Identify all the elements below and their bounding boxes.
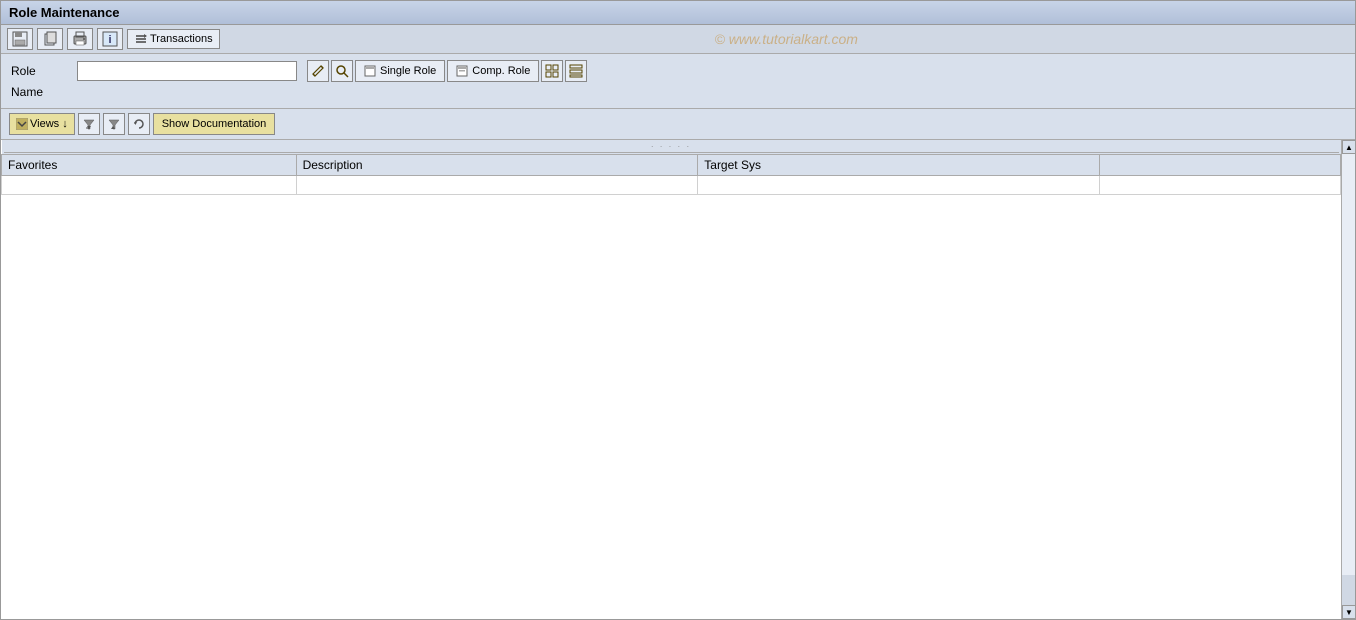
show-documentation-label: Show Documentation (162, 118, 267, 130)
show-documentation-button[interactable]: Show Documentation (153, 113, 276, 135)
role-controls: Single Role Comp. Role (307, 60, 587, 82)
copy-icon (42, 31, 58, 47)
grid1-icon (545, 64, 559, 78)
views-icon (16, 118, 28, 130)
single-role-icon (364, 65, 376, 77)
views-label: Views ↓ (30, 118, 68, 130)
comp-role-label: Comp. Role (472, 65, 530, 77)
scroll-track (1342, 154, 1355, 575)
cell-target-sys (698, 176, 1100, 195)
scroll-up-arrow[interactable]: ▲ (1342, 140, 1355, 154)
col-target-sys: Target Sys (698, 155, 1100, 176)
info-button[interactable]: i (97, 28, 123, 50)
table-container: · · · · · Favorites Description Target S… (1, 140, 1341, 619)
col-description: Description (296, 155, 698, 176)
search-role-button[interactable] (331, 60, 353, 82)
comp-role-button[interactable]: Comp. Role (447, 60, 539, 82)
pencil-icon (311, 64, 325, 78)
refresh-icon (132, 117, 146, 131)
role-row: Role (11, 60, 1345, 82)
scrollbar-right: ▲ ▼ (1341, 140, 1355, 619)
print-icon (72, 31, 88, 47)
window-title: Role Maintenance (9, 5, 120, 20)
copy-button[interactable] (37, 28, 63, 50)
name-label: Name (11, 85, 71, 99)
table-header-row: Favorites Description Target Sys (2, 155, 1341, 176)
scroll-down-arrow[interactable]: ▼ (1342, 605, 1355, 619)
views-button[interactable]: Views ↓ (9, 113, 75, 135)
filter-up-button[interactable] (103, 113, 125, 135)
data-table: · · · · · Favorites Description Target S… (1, 140, 1341, 195)
main-window: Role Maintenance (0, 0, 1356, 620)
single-role-label: Single Role (380, 65, 436, 77)
resize-dots: · · · · · (4, 141, 1339, 153)
info-icon: i (102, 31, 118, 47)
save-icon (12, 31, 28, 47)
role-label: Role (11, 64, 71, 78)
print-button[interactable] (67, 28, 93, 50)
table-header-drag-row: · · · · · (2, 140, 1341, 155)
grid-btn-2[interactable] (565, 60, 587, 82)
filter-up-icon (107, 117, 121, 131)
col-favorites-label: Favorites (8, 158, 57, 172)
form-area: Role (1, 54, 1355, 109)
search-icon (335, 64, 349, 78)
save-button[interactable] (7, 28, 33, 50)
second-toolbar: Views ↓ Show Documentation (1, 109, 1355, 140)
transactions-label: Transactions (150, 33, 213, 45)
col-extra (1099, 155, 1340, 176)
transactions-button[interactable]: Transactions (127, 29, 220, 49)
filter-down-icon (82, 117, 96, 131)
cell-extra (1099, 176, 1340, 195)
comp-role-icon (456, 65, 468, 77)
table-row (2, 176, 1341, 195)
main-content: · · · · · Favorites Description Target S… (1, 140, 1355, 619)
col-target-sys-label: Target Sys (704, 158, 761, 172)
single-role-button[interactable]: Single Role (355, 60, 445, 82)
cell-description (296, 176, 698, 195)
watermark: © www.tutorialkart.com (715, 31, 858, 47)
role-input[interactable] (77, 61, 297, 81)
edit-role-button[interactable] (307, 60, 329, 82)
filter-down-button[interactable] (78, 113, 100, 135)
cell-favorites (2, 176, 297, 195)
title-bar: Role Maintenance (1, 1, 1355, 25)
svg-text:i: i (108, 34, 111, 46)
refresh-button[interactable] (128, 113, 150, 135)
grid2-icon (569, 64, 583, 78)
col-favorites: Favorites (2, 155, 297, 176)
grid-btn-1[interactable] (541, 60, 563, 82)
transactions-icon (134, 32, 148, 46)
col-description-label: Description (303, 158, 363, 172)
main-toolbar: i Transactions © www.tutorialkart.com (1, 25, 1355, 54)
table-body (2, 176, 1341, 195)
name-row: Name (11, 85, 1345, 99)
